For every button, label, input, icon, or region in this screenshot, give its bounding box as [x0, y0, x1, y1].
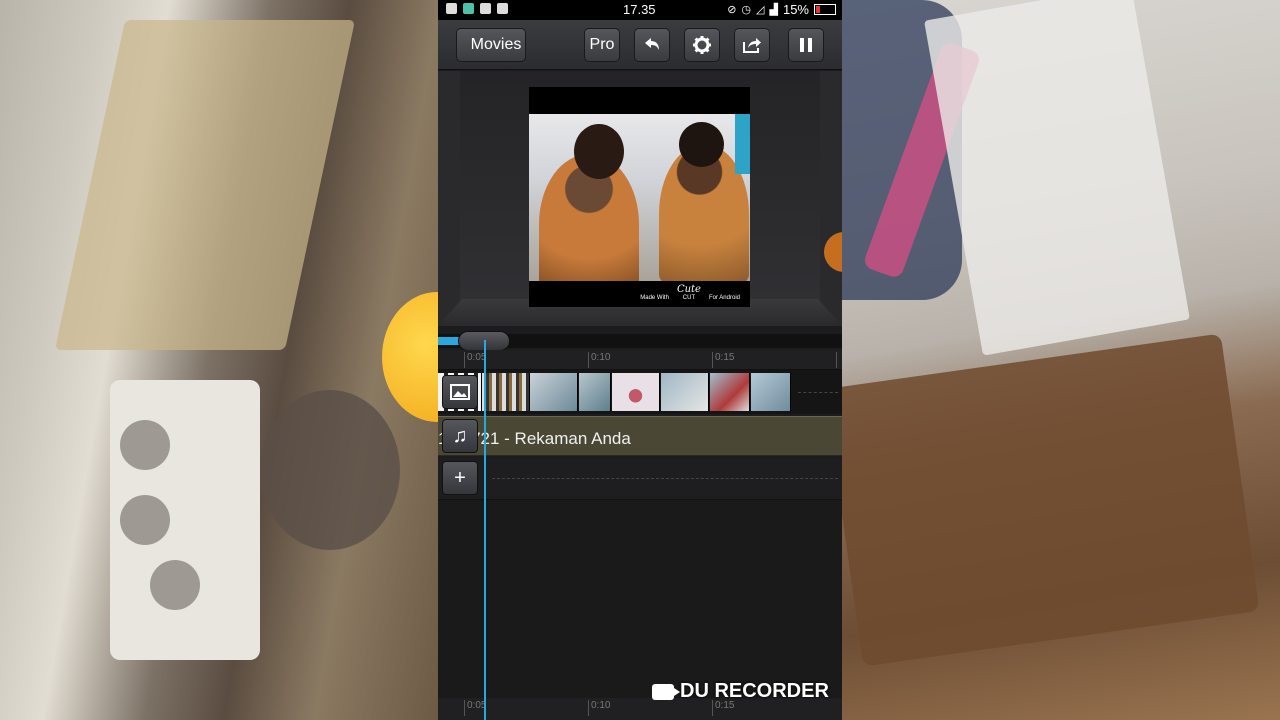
no-signal-icon: ◿	[756, 4, 765, 16]
system-icons: ⊘ ◷ ◿ ▟ 15%	[727, 2, 836, 17]
video-thumbnail	[751, 373, 791, 411]
background-right	[842, 0, 1280, 720]
notification-icons	[446, 3, 508, 14]
background-shape	[54, 20, 356, 350]
recorder-watermark: DU RECORDER	[652, 680, 829, 703]
battery-percent: 15%	[782, 2, 809, 17]
screen: 17.35 ⊘ ◷ ◿ ▟ 15% Movies Pro Made With C…	[0, 0, 1280, 720]
video-thumbnail	[579, 373, 611, 411]
phone-screen: 17.35 ⊘ ◷ ◿ ▟ 15% Movies Pro Made With C…	[438, 0, 842, 720]
download-icon	[480, 3, 491, 14]
timeline-empty-area	[438, 500, 842, 698]
ruler-tick: 0:10	[588, 352, 610, 368]
undo-icon	[645, 38, 659, 50]
background-detail	[735, 114, 750, 174]
video-camera-icon	[652, 683, 680, 700]
pro-button-label: Pro	[589, 36, 615, 53]
settings-button[interactable]	[684, 28, 720, 62]
background-shape	[120, 420, 170, 470]
video-thumbnail	[482, 373, 530, 411]
plus-icon: +	[454, 466, 466, 489]
video-track-icon[interactable]	[442, 375, 478, 409]
playhead-line	[484, 340, 486, 720]
back-button-label: Movies	[470, 36, 522, 53]
background-shape	[120, 495, 170, 545]
watermark-brand-name: Cute	[676, 284, 701, 295]
undo-button[interactable]	[634, 28, 670, 62]
background-shape	[150, 560, 200, 610]
battery-icon	[814, 4, 836, 15]
track-placeholder-line	[492, 478, 838, 479]
add-track-button[interactable]: +	[442, 461, 478, 495]
camera-icon	[497, 3, 508, 14]
signal-icon: ▟	[769, 4, 778, 16]
watermark: Made With Cute CUT For Android	[640, 284, 740, 302]
music-note-icon: ♫	[452, 424, 468, 447]
app-icon	[463, 3, 474, 14]
gear-icon	[693, 36, 711, 54]
video-track[interactable]	[438, 370, 842, 414]
image-icon	[450, 384, 470, 400]
preview-area: Made With Cute CUT For Android	[438, 71, 842, 326]
background-shape	[842, 333, 1260, 667]
ruler-tick-end	[836, 352, 839, 368]
watermark-left: Made With	[640, 295, 669, 301]
pause-button[interactable]	[788, 28, 824, 62]
airplane-icon	[446, 3, 457, 14]
status-time: 17.35	[623, 2, 656, 17]
add-track-row: +	[438, 458, 842, 500]
back-to-movies-button[interactable]: Movies	[456, 28, 526, 62]
share-button[interactable]	[734, 28, 770, 62]
video-thumbnail	[661, 373, 709, 411]
watermark-brand-sub: CUT	[682, 295, 696, 301]
video-thumbnail	[612, 373, 660, 411]
alarm-icon: ◷	[741, 4, 752, 16]
editor-toolbar: Movies Pro	[438, 20, 842, 70]
ruler-tick: 0:10	[588, 700, 610, 716]
hair-right	[679, 122, 724, 167]
background-shape	[260, 390, 400, 550]
share-icon	[743, 38, 761, 53]
status-bar: 17.35 ⊘ ◷ ◿ ▟ 15%	[438, 0, 842, 20]
video-thumbnail	[710, 373, 750, 411]
video-thumbnail	[530, 373, 578, 411]
audio-track[interactable]: 1 24721 - Rekaman Anda ♫	[438, 416, 842, 456]
hair-left	[574, 124, 624, 179]
timeline-ruler: 0:05 0:10 0:15	[438, 350, 842, 370]
track-placeholder-line	[798, 392, 838, 393]
ruler-tick: 0:15	[712, 352, 734, 368]
watermark-right: For Android	[708, 295, 740, 301]
background-left	[0, 0, 438, 720]
mute-icon: ⊘	[727, 4, 737, 16]
preview-photo	[529, 114, 750, 281]
watermark-brand: Cute CUT	[676, 284, 701, 302]
pause-icon	[800, 38, 812, 52]
video-preview[interactable]: Made With Cute CUT For Android	[529, 87, 750, 307]
background-shape	[924, 0, 1190, 356]
pro-button[interactable]: Pro	[584, 28, 620, 62]
audio-track-icon[interactable]: ♫	[442, 419, 478, 453]
recorder-label: DU RECORDER	[680, 680, 829, 702]
